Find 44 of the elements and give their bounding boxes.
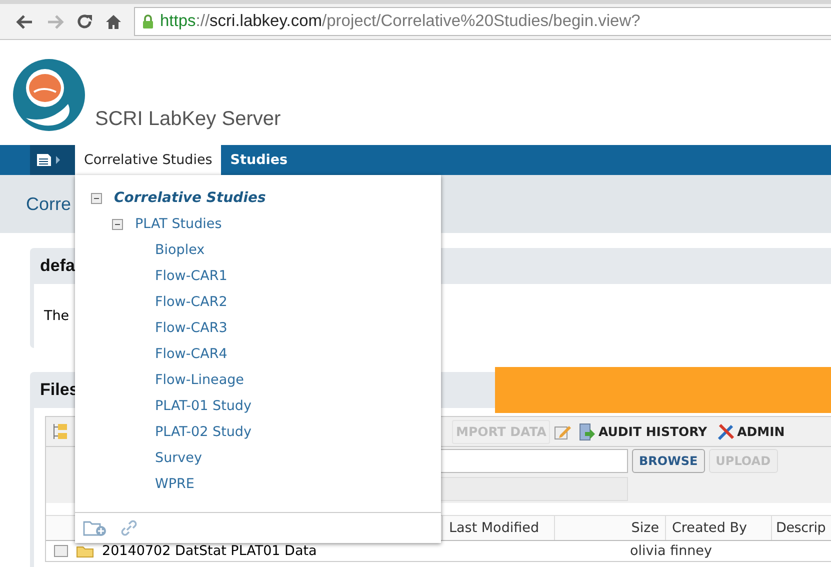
column-header[interactable]: Created By — [665, 516, 771, 540]
folder-link[interactable]: Bioplex — [155, 242, 205, 258]
edit-icon[interactable] — [554, 424, 572, 440]
admin-button[interactable]: ADMIN — [714, 420, 788, 444]
tools-icon — [717, 422, 736, 440]
document-arrow-icon — [579, 422, 596, 440]
collapse-icon[interactable] — [91, 192, 102, 204]
page-title: Corre — [26, 194, 72, 214]
menu-icon — [36, 153, 62, 167]
browse-button[interactable]: BROWSE — [632, 449, 705, 473]
column-header[interactable]: Descrip — [771, 516, 831, 540]
new-folder-icon[interactable] — [83, 520, 107, 536]
nav-tab[interactable]: Studies — [221, 145, 297, 175]
column-header[interactable]: Size — [554, 516, 665, 540]
table-cell: olivia finney — [630, 543, 712, 559]
folder-link[interactable]: Flow-CAR2 — [155, 294, 228, 310]
folder-link[interactable]: Flow-Lineage — [155, 372, 244, 388]
column-header[interactable]: Last Modified — [442, 516, 554, 540]
row-selector[interactable] — [54, 545, 68, 557]
link-icon[interactable] — [121, 520, 137, 536]
file-name[interactable]: 20140702 DatStat PLAT01 Data — [102, 543, 622, 559]
lock-icon — [142, 14, 154, 29]
folder-link[interactable]: Correlative Studies — [114, 190, 266, 206]
collapse-icon[interactable] — [112, 218, 123, 230]
address-bar[interactable]: https://scri.labkey.com/project/Correlative%20Studies/begin.view? — [134, 7, 831, 36]
folder-link[interactable]: WPRE — [155, 476, 194, 492]
folder-menu-button[interactable] — [30, 145, 75, 175]
folder-link[interactable]: PLAT-02 Study — [155, 424, 252, 440]
panel-text: The — [44, 308, 70, 324]
panel-title: defa — [40, 256, 75, 276]
site-title[interactable]: SCRI LabKey Server — [95, 108, 281, 131]
folder-link[interactable]: Survey — [155, 450, 202, 466]
logo-icon[interactable] — [12, 58, 86, 132]
folder-link[interactable]: Flow-CAR3 — [155, 320, 228, 336]
folder-link[interactable]: Flow-CAR4 — [155, 346, 228, 362]
reload-icon[interactable] — [76, 13, 93, 30]
nav-tab[interactable]: Correlative Studies — [75, 145, 222, 175]
folder-link[interactable]: Flow-CAR1 — [155, 268, 228, 284]
folder-link[interactable]: PLAT Studies — [135, 216, 222, 232]
folder-tree-icon[interactable] — [52, 422, 68, 440]
home-icon[interactable] — [105, 14, 122, 30]
back-arrow-icon[interactable] — [16, 14, 34, 30]
folder-link[interactable]: PLAT-01 Study — [155, 398, 252, 414]
audit-history-button[interactable]: AUDIT HISTORY — [576, 420, 710, 444]
